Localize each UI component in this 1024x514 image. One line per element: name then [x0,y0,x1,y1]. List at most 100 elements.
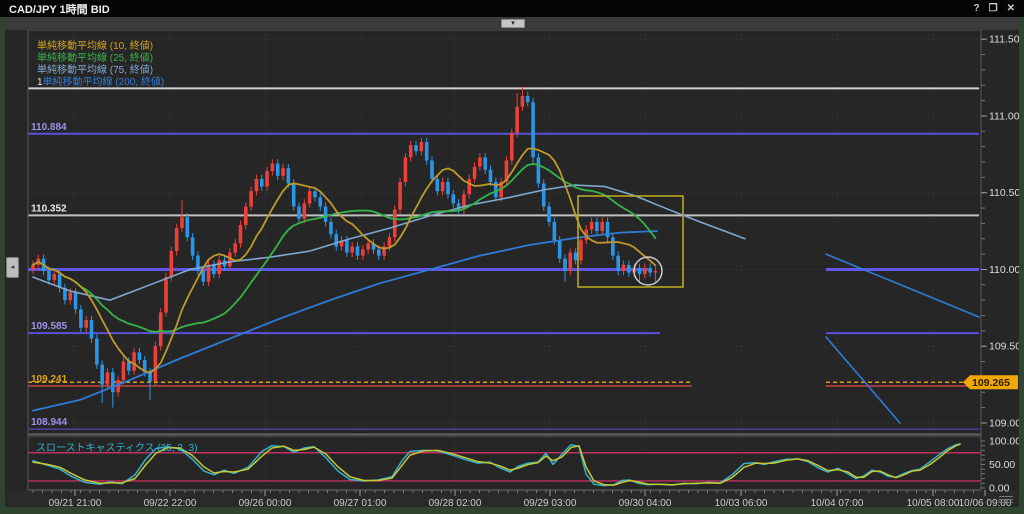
candle-body [563,259,567,271]
trendline [826,254,979,317]
candle-body [377,250,381,256]
candle-body [95,339,99,365]
price-axis-label: 109.500 [989,341,1019,353]
candle-body [292,184,296,207]
candle-body [414,145,418,151]
maximize-icon[interactable]: ❐ [989,0,998,17]
candle-body [164,277,168,312]
stochastics-label: スローストキャスティクス (25, 3, 3) [36,439,197,454]
legend-row: 1単純移動平均線 (200, 終値) [37,77,164,89]
close-icon[interactable]: ✕ [1007,0,1015,17]
candle-body [212,265,216,274]
candle-body [441,182,445,191]
candle-body [537,157,541,183]
candle-body [558,240,562,258]
resize-grip[interactable] [999,496,1013,505]
candle-body [334,234,338,246]
candle-body [276,164,280,176]
time-axis-label: 10/03 06:00 [715,498,768,507]
candle-body [574,253,578,261]
sma10-line [33,149,655,373]
candle-body [553,222,557,240]
candle-body [329,222,333,234]
stoch-axis-label: 0.00 [989,483,1010,495]
candle-body [473,167,477,179]
candle-body [265,171,269,186]
candle-body [308,191,312,203]
candle-body [100,365,104,385]
price-level-label: 108.944 [31,417,68,428]
sma200-line [33,231,657,411]
candle-body [654,271,658,273]
title-bar[interactable]: CAD/JPY 1時間 BID ? ❐ ✕ [0,0,1024,17]
candle-body [648,268,652,273]
window-controls: ? ❐ ✕ [974,0,1024,17]
candle-body [255,179,259,191]
price-level-label: 109.241 [31,374,68,385]
time-axis-label: 09/27 01:00 [334,498,387,507]
candle-body [436,179,440,191]
candle-body [398,182,402,210]
time-axis-label: 10/05 08:00 [907,498,960,507]
price-axis-label: 109.000 [989,417,1019,429]
candle-body [324,207,328,222]
candle-body [595,222,599,231]
price-level-label: 109.585 [31,321,68,332]
candle-body [47,271,51,280]
candle-body [483,157,487,169]
candle-body [313,191,317,197]
candle-body [611,237,615,255]
candle-body [191,237,195,255]
price-level-label: 110.884 [31,122,67,133]
sma25-line [33,164,655,332]
candle-body [542,184,546,207]
candle-body [170,251,174,277]
candle-body [90,320,94,338]
candle-body [643,268,647,274]
candle-body [318,197,322,206]
toolbar-collapse-button[interactable]: ▾ [501,19,525,28]
candle-body [148,372,152,381]
candle-body [207,265,211,282]
time-axis-label: 09/26 00:00 [239,498,292,507]
candle-body [233,243,237,252]
candle-body [281,168,285,176]
price-axis-label: 110.000 [989,264,1019,276]
candle-body [489,170,493,182]
candle-body [446,182,450,194]
candle-body [350,246,354,252]
candle-body [244,207,248,225]
candle-body [569,253,573,271]
candle-body [521,96,525,107]
chart-window: CAD/JPY 1時間 BID ? ❐ ✕ ▾ 110.884 110.352 10… [0,0,1024,514]
candle-body [361,250,365,256]
candle-body [430,160,434,178]
candle-body [180,217,184,228]
candle-body [526,96,530,102]
candle-body [154,346,158,381]
time-axis-label: 09/29 03:00 [524,498,577,507]
candle-body [622,265,626,271]
stoch-axis-label: 50.00 [989,459,1015,471]
current-price-tag-label: 109.265 [972,377,1010,389]
sma-legend: 単純移動平均線 (10, 終値)単純移動平均線 (25, 終値)単純移動平均線 … [37,41,164,89]
price-axis-label: 111.500 [989,34,1019,46]
candle-body [201,271,205,282]
candle-body [393,210,397,238]
legend-row: 単純移動平均線 (10, 終値) [37,41,164,53]
candle-body [138,352,142,360]
legend-row: 単純移動平均線 (75, 終値) [37,65,164,77]
candle-body [79,309,83,327]
help-icon[interactable]: ? [974,0,980,17]
candle-body [127,362,131,371]
price-level-label: 110.352 [31,203,67,214]
candle-body [547,207,551,222]
candle-body [159,312,163,346]
candle-body [638,268,642,274]
chart-area[interactable]: 110.884 110.352 109.585 109.241 108.944 111.5… [5,30,1019,507]
candle-body [510,133,514,161]
candle-body [409,145,413,157]
left-panel-expander-button[interactable]: ◂ [6,257,19,278]
price-chart-svg[interactable]: 110.884 110.352 109.585 109.241 108.944 111.5… [5,30,1019,507]
candle-body [420,142,424,151]
